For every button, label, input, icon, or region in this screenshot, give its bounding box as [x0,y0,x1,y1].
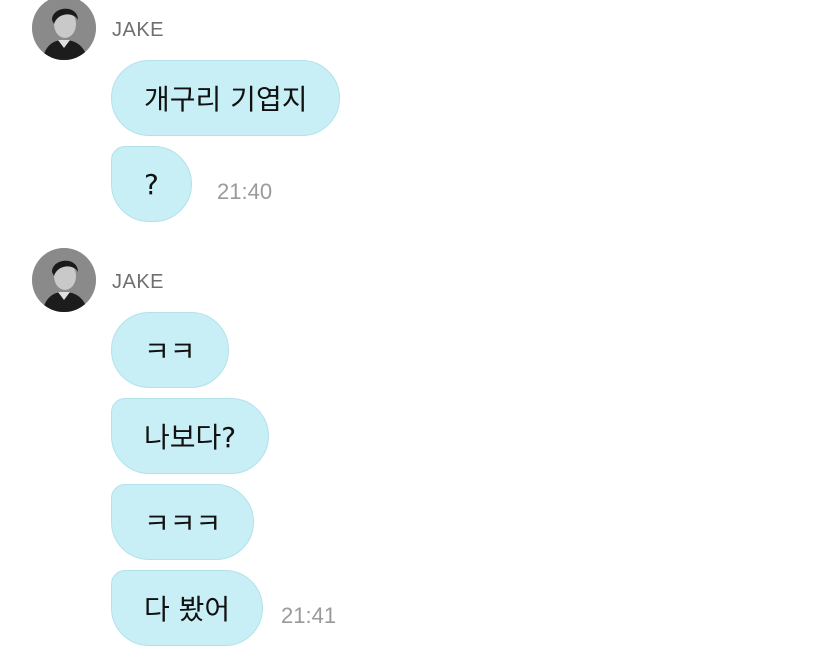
profile-photo-icon [32,0,96,60]
message-bubble[interactable]: ㅋㅋㅋ [111,484,255,560]
message-time: 21:40 [217,179,273,204]
message-bubble[interactable]: 개구리 기엽지 [111,60,341,136]
message-bubble[interactable]: 나보다? [111,398,270,474]
message-time: 21:41 [281,603,337,628]
message-bubble[interactable]: ? [111,146,192,222]
sender-name: JAKE [112,19,165,41]
profile-photo-icon [32,248,96,312]
avatar[interactable] [32,248,96,312]
sender-name: JAKE [112,271,165,293]
message-bubble[interactable]: 다 봤어 [111,570,264,646]
message-bubble[interactable]: ㅋㅋ [111,312,229,388]
avatar[interactable] [32,0,96,60]
